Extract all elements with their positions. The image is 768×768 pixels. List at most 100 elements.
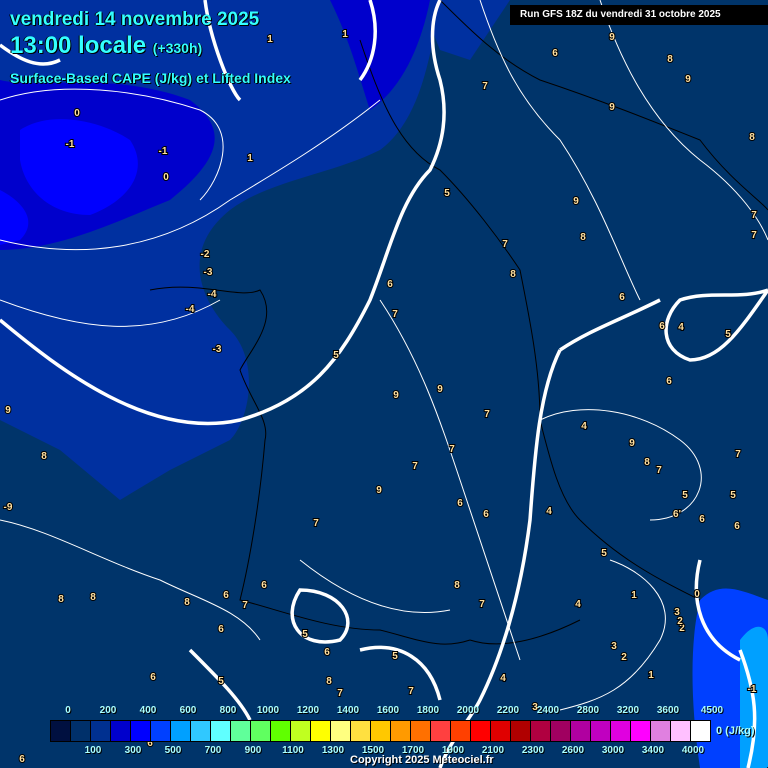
- contour-label: 1: [631, 590, 637, 601]
- colorbar-swatch: [311, 721, 331, 741]
- contour-label: 0: [694, 589, 700, 600]
- contour-label: 5: [333, 350, 339, 361]
- contour-label: -3: [204, 267, 213, 278]
- contour-label: 8: [749, 132, 755, 143]
- contour-label: 4: [546, 506, 552, 517]
- contour-label: 6: [483, 509, 489, 520]
- contour-label: 8: [510, 269, 516, 280]
- colorbar-tick-top: 2000: [456, 705, 480, 716]
- colorbar-swatch: [251, 721, 271, 741]
- colorbar-tick-top: 0: [65, 705, 71, 716]
- contour-label: 4: [581, 421, 587, 432]
- contour-label: 8: [580, 232, 586, 243]
- colorbar-tick-bottom: 900: [244, 745, 262, 756]
- colorbar-unit: 0 (J/kg): [716, 725, 755, 737]
- contour-label: 7: [337, 688, 343, 699]
- colorbar-tick-bottom: 1100: [282, 745, 304, 756]
- contour-label: 6: [218, 624, 224, 635]
- contour-label: 7: [449, 444, 455, 455]
- contour-label: 9: [685, 74, 691, 85]
- contour-label: 7: [482, 81, 488, 92]
- colorbar-swatch: [171, 721, 191, 741]
- colorbar-swatch: [691, 721, 710, 741]
- contour-label: -1: [66, 139, 75, 150]
- contour-label: 6: [387, 279, 393, 290]
- contour-label: 8: [644, 457, 650, 468]
- contour-label: -9: [4, 502, 13, 513]
- contour-label: 7: [242, 600, 248, 611]
- colorbar-swatch: [471, 721, 491, 741]
- contour-label: 4: [500, 673, 506, 684]
- colorbar-swatch: [611, 721, 631, 741]
- colorbar-tick-top: 1000: [256, 705, 280, 716]
- contour-label: 7: [408, 686, 414, 697]
- contour-label: 6': [673, 509, 681, 520]
- colorbar-swatch: [451, 721, 471, 741]
- contour-label: 1: [247, 153, 253, 164]
- contour-label: 7: [479, 599, 485, 610]
- colorbar-tick-bottom: 2300: [521, 745, 545, 756]
- colorbar-tick-bottom: 2600: [561, 745, 585, 756]
- forecast-time: 13:00 locale (+330h): [10, 32, 202, 60]
- colorbar-swatch: [571, 721, 591, 741]
- cape-shading: [0, 0, 768, 768]
- contour-label: 6: [659, 321, 665, 332]
- colorbar-tick-top: 3200: [616, 705, 640, 716]
- contour-label: 6: [223, 590, 229, 601]
- contour-label: 9: [629, 438, 635, 449]
- contour-label: 6: [19, 754, 25, 765]
- colorbar-swatch: [71, 721, 91, 741]
- contour-label: 5: [302, 629, 308, 640]
- cape-colorbar: [50, 720, 711, 742]
- contour-label: 5: [444, 188, 450, 199]
- colorbar-tick-top: 1400: [336, 705, 360, 716]
- contour-label: 2: [621, 652, 627, 663]
- contour-label: 9: [573, 196, 579, 207]
- contour-label: 5: [725, 329, 731, 340]
- colorbar-tick-top: 800: [219, 705, 237, 716]
- contour-label: 9: [609, 32, 615, 43]
- contour-label: 7: [656, 465, 662, 476]
- contour-label: 6: [457, 498, 463, 509]
- colorbar-tick-top: 1800: [416, 705, 440, 716]
- colorbar-swatch: [271, 721, 291, 741]
- run-info: Run GFS 18Z du vendredi 31 octobre 2025: [510, 5, 768, 25]
- colorbar-swatch: [371, 721, 391, 741]
- local-time: 13:00 locale: [10, 32, 147, 59]
- colorbar-swatch: [331, 721, 351, 741]
- colorbar-swatch: [391, 721, 411, 741]
- colorbar-swatch: [111, 721, 131, 741]
- contour-label: 9: [5, 405, 11, 416]
- contour-label: 6: [150, 672, 156, 683]
- contour-label: 8: [58, 594, 64, 605]
- contour-label: 0: [74, 108, 80, 119]
- contour-label: 6: [734, 521, 740, 532]
- contour-label: 9: [437, 384, 443, 395]
- contour-label: -1: [748, 684, 757, 695]
- colorbar-tick-bottom: 3400: [641, 745, 665, 756]
- contour-label: 7: [751, 230, 757, 241]
- colorbar-tick-bottom: 300: [124, 745, 142, 756]
- colorbar-swatch: [511, 721, 531, 741]
- colorbar-swatch: [531, 721, 551, 741]
- contour-label: 7: [751, 210, 757, 221]
- colorbar-tick-top: 4500: [700, 705, 724, 716]
- colorbar-tick-top: 400: [139, 705, 157, 716]
- contour-label: 8: [454, 580, 460, 591]
- colorbar-tick-bottom: 500: [164, 745, 182, 756]
- contour-label: 8: [326, 676, 332, 687]
- lead-time: (+330h): [152, 40, 203, 56]
- colorbar-tick-top: 2200: [496, 705, 520, 716]
- colorbar-tick-top: 2400: [536, 705, 560, 716]
- colorbar-tick-top: 200: [99, 705, 117, 716]
- contour-label: 3: [611, 641, 617, 652]
- colorbar-swatch: [51, 721, 71, 741]
- colorbar-swatch: [351, 721, 371, 741]
- colorbar-swatch: [231, 721, 251, 741]
- forecast-date: vendredi 14 novembre 2025: [10, 9, 260, 30]
- colorbar-swatch: [131, 721, 151, 741]
- contour-label: 1: [342, 29, 348, 40]
- contour-label: 7: [484, 409, 490, 420]
- copyright: Copyright 2025 Meteociel.fr: [350, 754, 494, 766]
- colorbar-tick-top: 3600: [656, 705, 680, 716]
